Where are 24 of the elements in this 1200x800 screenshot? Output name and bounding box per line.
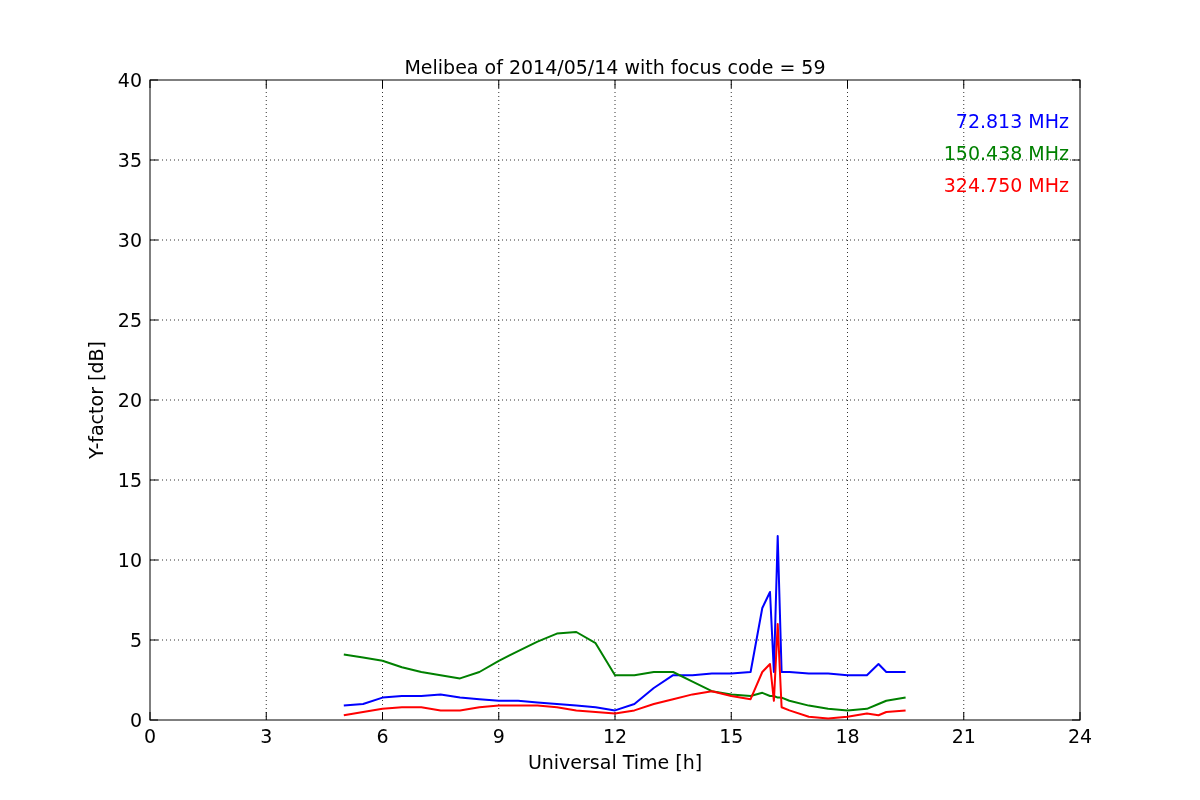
legend-label: 324.750 MHz [943, 174, 1069, 196]
y-axis-label: Y-factor [dB] [85, 341, 107, 459]
y-tick-label: 20 [117, 389, 142, 411]
x-tick-label: 18 [835, 725, 860, 747]
legend-label: 72.813 MHz [955, 110, 1069, 132]
legend-label: 150.438 MHz [943, 142, 1069, 164]
x-axis-label: Universal Time [h] [527, 751, 703, 773]
y-tick-label: 5 [129, 629, 142, 651]
y-tick-label: 25 [117, 309, 142, 331]
x-tick-label: 9 [492, 725, 505, 747]
x-tick-label: 15 [719, 725, 744, 747]
y-tick-label: 40 [117, 69, 142, 91]
y-tick-label: 10 [117, 549, 142, 571]
x-tick-label: 3 [260, 725, 273, 747]
x-tick-label: 0 [143, 725, 157, 747]
y-tick-label: 15 [117, 469, 142, 491]
x-tick-label: 24 [1067, 725, 1093, 747]
x-tick-label: 21 [951, 725, 976, 747]
y-tick-label: 35 [117, 149, 142, 171]
x-tick-label: 6 [376, 725, 389, 747]
y-tick-label: 30 [117, 229, 142, 251]
x-tick-label: 12 [602, 725, 628, 747]
chart-title: Melibea of 2014/05/14 with focus code = 59 [404, 56, 826, 78]
y-tick-label: 0 [129, 709, 142, 731]
